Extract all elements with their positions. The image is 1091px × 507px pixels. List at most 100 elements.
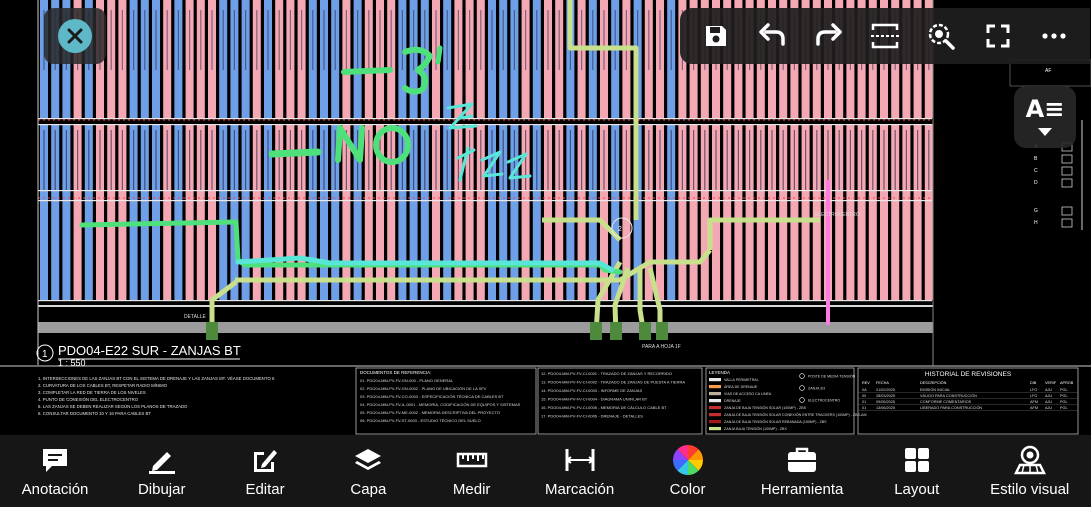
svg-text:14. PDO04-MM-PV-FV-CI-0003 - I: 14. PDO04-MM-PV-FV-CI-0003 - INFORME DE … (541, 388, 642, 393)
svg-text:AJU: AJU (1045, 388, 1052, 392)
svg-text:CONFORME COMENTARIOS: CONFORME COMENTARIOS (920, 400, 972, 404)
fullscreen-button[interactable] (978, 16, 1018, 56)
ruler-icon (456, 452, 487, 467)
edit-icon (254, 449, 278, 472)
svg-text:C: C (1034, 168, 1038, 174)
svg-text:02. PDO04-MM-PV-FV-GN-0002 - P: 02. PDO04-MM-PV-FV-GN-0002 - PLANO DE UB… (360, 386, 487, 391)
svg-text:21/02/2025: 21/02/2025 (876, 388, 895, 392)
tool-herramienta[interactable]: Herramienta (760, 445, 844, 498)
chevron-down-icon (1038, 128, 1052, 136)
tool-label: Editar (245, 480, 285, 498)
undo-icon (759, 23, 786, 46)
svg-text:VIAS DE ACCESO CA LINEA: VIAS DE ACCESO CA LINEA (724, 392, 772, 396)
tool-capa[interactable]: Capa (338, 445, 398, 498)
svg-text:PGL: PGL (1060, 406, 1068, 410)
tool-dibujar[interactable]: Dibujar (132, 445, 192, 498)
undo-button[interactable] (752, 16, 792, 56)
top-toolbar (680, 8, 1090, 64)
svg-text:DESCRIPCIÓN: DESCRIPCIÓN (920, 380, 947, 385)
svg-text:2: 2 (618, 226, 622, 233)
svg-text:2. CURVATURA DE LOS CABLES BT,: 2. CURVATURA DE LOS CABLES BT, RESPETAR … (38, 383, 168, 388)
marking-icon (564, 448, 595, 471)
tool-label: Estilo visual (990, 480, 1070, 498)
svg-text:DRENAJE: DRENAJE (724, 399, 741, 403)
svg-text:LFO: LFO (1030, 388, 1037, 392)
svg-text:09/05/2025: 09/05/2025 (876, 400, 895, 404)
comment-icon (43, 448, 68, 472)
visual-style-icon (1013, 445, 1046, 474)
svg-text:DOCUMENTOS DE REFERENCIA:: DOCUMENTOS DE REFERENCIA: (360, 370, 431, 375)
svg-text:AFM: AFM (1030, 406, 1038, 410)
cad-drawing-canvas[interactable]: 2 1 PDO04-E22 SUR - ZANJAS BT 1 : 550 DE… (0, 0, 1091, 435)
save-icon (706, 26, 727, 46)
svg-text:REV: REV (862, 381, 870, 385)
svg-text:0A: 0A (862, 388, 867, 392)
tool-label: Anotación (21, 480, 89, 498)
svg-text:ZANJA 3/3: ZANJA 3/3 (808, 387, 825, 391)
access-road (38, 322, 933, 333)
zoom-button[interactable] (921, 16, 961, 56)
annotation-electrocentro: ELECTROCENTRO (815, 212, 860, 218)
tool-layout[interactable]: Layout (887, 445, 947, 498)
color-wheel-icon (672, 444, 703, 475)
tool-label: Layout (894, 480, 940, 498)
svg-text:PDO04-E22 SUR - ZANJAS BT: PDO04-E22 SUR - ZANJAS BT (58, 343, 241, 358)
tool-editar[interactable]: Editar (235, 445, 295, 498)
svg-text:04. PDO04-MM-PV-FV-IL-0001 - M: 04. PDO04-MM-PV-FV-IL-0001 - MEMORIA, CO… (360, 402, 521, 407)
white-road-line (38, 305, 933, 307)
annotation-detalle: DETALLE (184, 314, 207, 320)
tool-color[interactable]: Color (658, 444, 718, 498)
svg-text:AJU: AJU (1045, 406, 1052, 410)
close-button[interactable] (44, 8, 106, 64)
svg-text:16. PDO04-MM-PV-FV-CI-0005 - M: 16. PDO04-MM-PV-FV-CI-0005 - MEMORIA DE … (541, 405, 667, 410)
text-style-button[interactable]: A≡ (1014, 86, 1076, 148)
pencil-icon (148, 451, 175, 474)
layout-icon (904, 447, 929, 472)
svg-text:05. PDO04-MM-PV-FV-ME-0002 - M: 05. PDO04-MM-PV-FV-ME-0002 - MEMORIA DES… (360, 410, 500, 415)
svg-text:1. INTERSECCIONES DE LAS ZANJA: 1. INTERSECCIONES DE LAS ZANJAS BT CON E… (38, 376, 275, 381)
svg-text:ZANJA DE BAJA TENSIÓN SOLAR CO: ZANJA DE BAJA TENSIÓN SOLAR CONEXIÓN ENT… (724, 412, 866, 417)
tool-anotacion[interactable]: Anotación (21, 445, 89, 498)
tool-label: Dibujar (137, 480, 186, 498)
svg-text:POSTE DE MEDIA TENSIÓN: POSTE DE MEDIA TENSIÓN (808, 374, 856, 379)
tool-marcacion[interactable]: Marcación (545, 445, 614, 498)
svg-text:12. PDO04-MM-PV-FV-CI-0001 - T: 12. PDO04-MM-PV-FV-CI-0001 - TRAZADO DE … (541, 371, 672, 376)
svg-text:AJU: AJU (1045, 400, 1052, 404)
save-button[interactable] (696, 16, 736, 56)
redo-button[interactable] (809, 16, 849, 56)
svg-text:4. PUNTO DE CONEXIÓN DEL ELECT: 4. PUNTO DE CONEXIÓN DEL ELECTROCENTRO (38, 397, 139, 402)
svg-text:13. PDO04-MM-PV-FV-CI-0002 - T: 13. PDO04-MM-PV-FV-CI-0002 - TRAZADO DE … (541, 380, 685, 385)
svg-text:ZANJA DE BAJA TENSIÓN SOLAR (1: ZANJA DE BAJA TENSIÓN SOLAR (100MP) - ZB… (724, 405, 807, 410)
svg-text:VERIF: VERIF (1045, 381, 1057, 385)
crop-button[interactable] (865, 16, 905, 56)
svg-text:DIB: DIB (1030, 381, 1037, 385)
tool-label: Color (669, 480, 706, 498)
svg-text:13/06/2025: 13/06/2025 (876, 406, 895, 410)
svg-text:VALLA PERIMETRAL: VALLA PERIMETRAL (724, 378, 759, 382)
tool-label: Capa (350, 480, 387, 498)
svg-text:D: D (1034, 180, 1038, 186)
svg-text:5. LAS ZANJAS SE DEBEN REALIZA: 5. LAS ZANJAS SE DEBEN REALIZAR SEGÚN LO… (38, 404, 188, 409)
tool-label: Herramienta (760, 480, 844, 498)
svg-text:AF: AF (1045, 68, 1051, 74)
svg-text:3. COMPLETAR LA RED DE TIERRA: 3. COMPLETAR LA RED DE TIERRA DE LOS NIV… (38, 390, 146, 395)
svg-text:ELECTROCENTRO: ELECTROCENTRO (808, 399, 840, 403)
tool-medir[interactable]: Medir (442, 445, 502, 498)
layers-icon (355, 448, 382, 470)
svg-text:HISTORIAL DE REVISIONES: HISTORIAL DE REVISIONES (925, 371, 1012, 378)
svg-text:APROB: APROB (1060, 381, 1074, 385)
svg-text:PGL: PGL (1060, 400, 1068, 404)
svg-text:06. PDO04-MM-PV-FV-ST-0003 - E: 06. PDO04-MM-PV-FV-ST-0003 - ESTUDIO TÉC… (360, 418, 481, 423)
tool-estilo-visual[interactable]: Estilo visual (990, 445, 1069, 498)
svg-text:EMISIÓN INICIAL: EMISIÓN INICIAL (920, 387, 950, 392)
zoom-icon (929, 23, 956, 50)
tool-label: Medir (452, 480, 491, 498)
svg-text:1: 1 (42, 349, 48, 360)
redo-icon (815, 23, 842, 46)
crop-icon (870, 23, 899, 49)
svg-text:1 : 550: 1 : 550 (58, 358, 86, 368)
svg-text:PGL: PGL (1060, 388, 1068, 392)
annotation-para-hoja: PARA A HOJA 1F (642, 344, 681, 350)
more-button[interactable] (1034, 16, 1074, 56)
svg-text:03. PDO04-MM-PV-FV-CO-0003 - E: 03. PDO04-MM-PV-FV-CO-0003 - ESPECIFICAC… (360, 394, 504, 399)
